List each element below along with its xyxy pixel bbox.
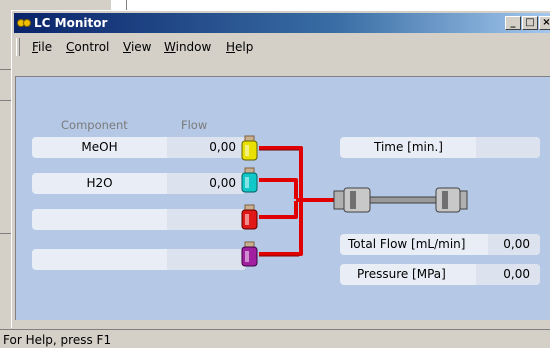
time-label: Time [min.] [374,140,443,154]
bottle-icon-4 [241,241,258,267]
total-flow-value: 0,00 [488,234,540,255]
menu-file[interactable]: File [32,40,52,54]
minimize-icon: _ [510,17,516,28]
pressure-label: Pressure [MPa] [357,267,446,281]
background-left-pane [0,0,11,330]
mixing-pipes [259,146,336,256]
bottle-icon-3 [241,204,258,230]
app-icon [17,19,31,27]
menu-bar: File Control View Window Help [14,36,550,58]
column-icon [333,187,468,213]
bottle-icon-2 [241,167,258,193]
monitor-panel: Component Flow MeOH 0,00 H2O 0,00 Time [… [15,76,550,320]
menu-grip[interactable] [16,38,20,56]
menu-control[interactable]: Control [66,40,109,54]
close-icon: × [542,17,550,28]
pressure-display: Pressure [MPa] 0,00 [340,264,540,285]
time-value [476,137,540,158]
total-flow-label: Total Flow [mL/min] [348,237,466,251]
background-top-strip [11,0,550,10]
total-flow-display: Total Flow [mL/min] 0,00 [340,234,540,255]
minimize-button[interactable]: _ [505,16,521,30]
pressure-value: 0,00 [476,264,540,285]
status-text: For Help, press F1 [3,333,112,347]
bottle-icon-1 [241,135,258,161]
title-bar[interactable]: LC Monitor _ □ × [14,13,550,33]
maximize-icon: □ [525,17,535,28]
status-bar: For Help, press F1 [0,329,550,348]
close-button[interactable]: × [539,16,550,30]
menu-view[interactable]: View [123,40,151,54]
menu-window[interactable]: Window [164,40,211,54]
time-display: Time [min.] [340,137,540,158]
maximize-button[interactable]: □ [522,16,538,30]
menu-help[interactable]: Help [226,40,253,54]
window-title: LC Monitor [34,16,108,30]
